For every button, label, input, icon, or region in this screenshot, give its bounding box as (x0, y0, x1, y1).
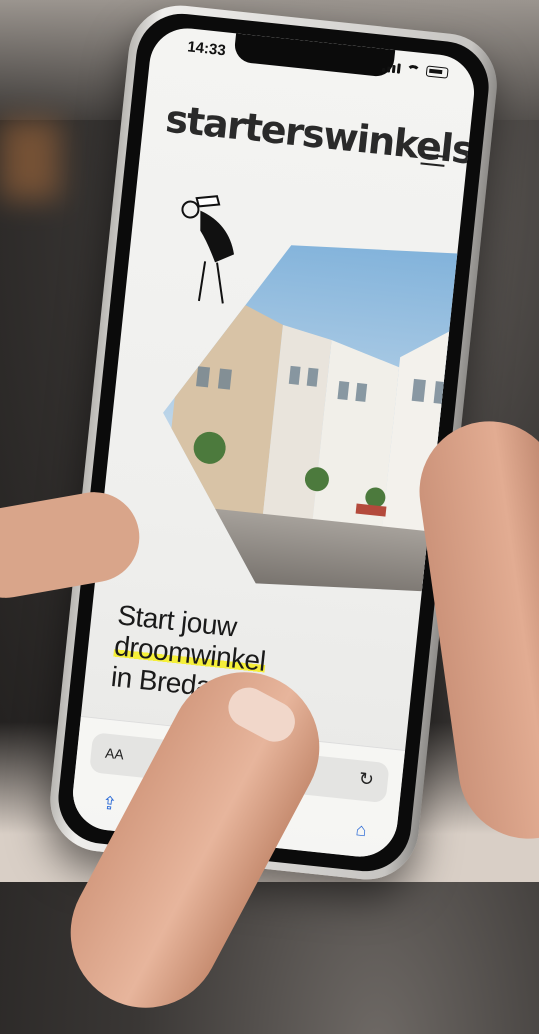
share-icon[interactable]: ⇪ (101, 793, 118, 815)
status-bar: 14:33 (149, 25, 477, 99)
battery-icon (425, 65, 449, 79)
status-icons (381, 61, 449, 79)
breda-street-photo (146, 223, 478, 604)
camera-notch (233, 33, 396, 78)
thumbnail (221, 680, 302, 749)
menu-icon[interactable] (420, 153, 446, 171)
signal-icon (381, 61, 401, 74)
reload-icon[interactable]: ↻ (358, 768, 375, 790)
wifi-icon (406, 64, 421, 75)
status-time: 14:33 (186, 38, 227, 60)
bookmarks-icon[interactable]: ⌂ (355, 819, 368, 841)
